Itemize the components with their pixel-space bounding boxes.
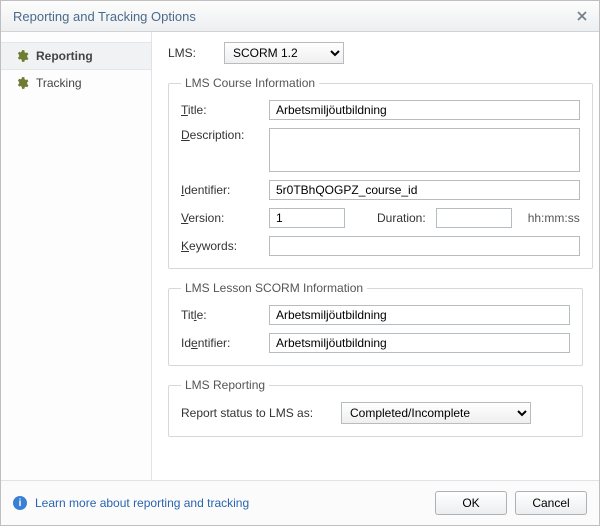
cancel-button[interactable]: Cancel xyxy=(515,491,587,515)
lesson-title-label: Title: xyxy=(181,308,259,322)
window-title: Reporting and Tracking Options xyxy=(13,9,196,24)
course-duration-label: Duration: xyxy=(377,211,426,225)
lesson-id-label: Identifier: xyxy=(181,336,259,350)
course-title-input[interactable] xyxy=(269,100,580,120)
sidebar: Reporting Tracking xyxy=(1,32,152,480)
course-title-label: Title: xyxy=(181,103,259,117)
gear-icon xyxy=(15,76,29,90)
report-status-select[interactable]: Completed/Incomplete xyxy=(341,402,531,424)
group-legend: LMS Lesson SCORM Information xyxy=(181,281,367,295)
lesson-title-input[interactable] xyxy=(269,305,570,325)
learn-more-link[interactable]: i Learn more about reporting and trackin… xyxy=(13,496,249,510)
close-icon[interactable] xyxy=(573,7,591,25)
sidebar-item-label: Tracking xyxy=(36,76,82,90)
sidebar-item-reporting[interactable]: Reporting xyxy=(1,42,151,70)
titlebar: Reporting and Tracking Options xyxy=(1,1,599,32)
group-reporting: LMS Reporting Report status to LMS as: C… xyxy=(168,378,583,437)
dialog-window: Reporting and Tracking Options Reporting… xyxy=(0,0,600,526)
course-id-input[interactable] xyxy=(269,180,580,200)
course-desc-label: Description: xyxy=(181,128,259,142)
gear-icon xyxy=(15,49,29,63)
course-id-label: Identifier: xyxy=(181,183,259,197)
lms-select[interactable]: SCORM 1.2 xyxy=(224,42,344,64)
lesson-id-input[interactable] xyxy=(269,333,570,353)
course-version-label: Version: xyxy=(181,211,259,225)
course-version-input[interactable] xyxy=(269,208,345,228)
footer: i Learn more about reporting and trackin… xyxy=(1,480,599,525)
group-legend: LMS Reporting xyxy=(181,378,269,392)
group-legend: LMS Course Information xyxy=(181,76,319,90)
lms-label: LMS: xyxy=(168,46,216,60)
sidebar-item-label: Reporting xyxy=(36,49,93,63)
course-keywords-input[interactable] xyxy=(269,236,580,256)
lms-row: LMS: SCORM 1.2 xyxy=(168,42,583,64)
course-duration-input[interactable] xyxy=(436,208,512,228)
sidebar-item-tracking[interactable]: Tracking xyxy=(1,70,151,96)
report-status-label: Report status to LMS as: xyxy=(181,406,331,420)
group-course-info: LMS Course Information Title: Descriptio… xyxy=(168,76,593,269)
ok-button[interactable]: OK xyxy=(435,491,507,515)
duration-hint: hh:mm:ss xyxy=(528,211,580,225)
dialog-body: Reporting Tracking LMS: SCORM 1.2 LMS Co… xyxy=(1,32,599,480)
footer-buttons: OK Cancel xyxy=(435,491,587,515)
info-icon: i xyxy=(13,496,27,510)
learn-more-label: Learn more about reporting and tracking xyxy=(35,496,249,510)
group-lesson-info: LMS Lesson SCORM Information Title: Iden… xyxy=(168,281,583,366)
course-desc-input[interactable] xyxy=(269,128,580,172)
course-keywords-label: Keywords: xyxy=(181,239,259,253)
content-pane: LMS: SCORM 1.2 LMS Course Information Ti… xyxy=(152,32,599,480)
